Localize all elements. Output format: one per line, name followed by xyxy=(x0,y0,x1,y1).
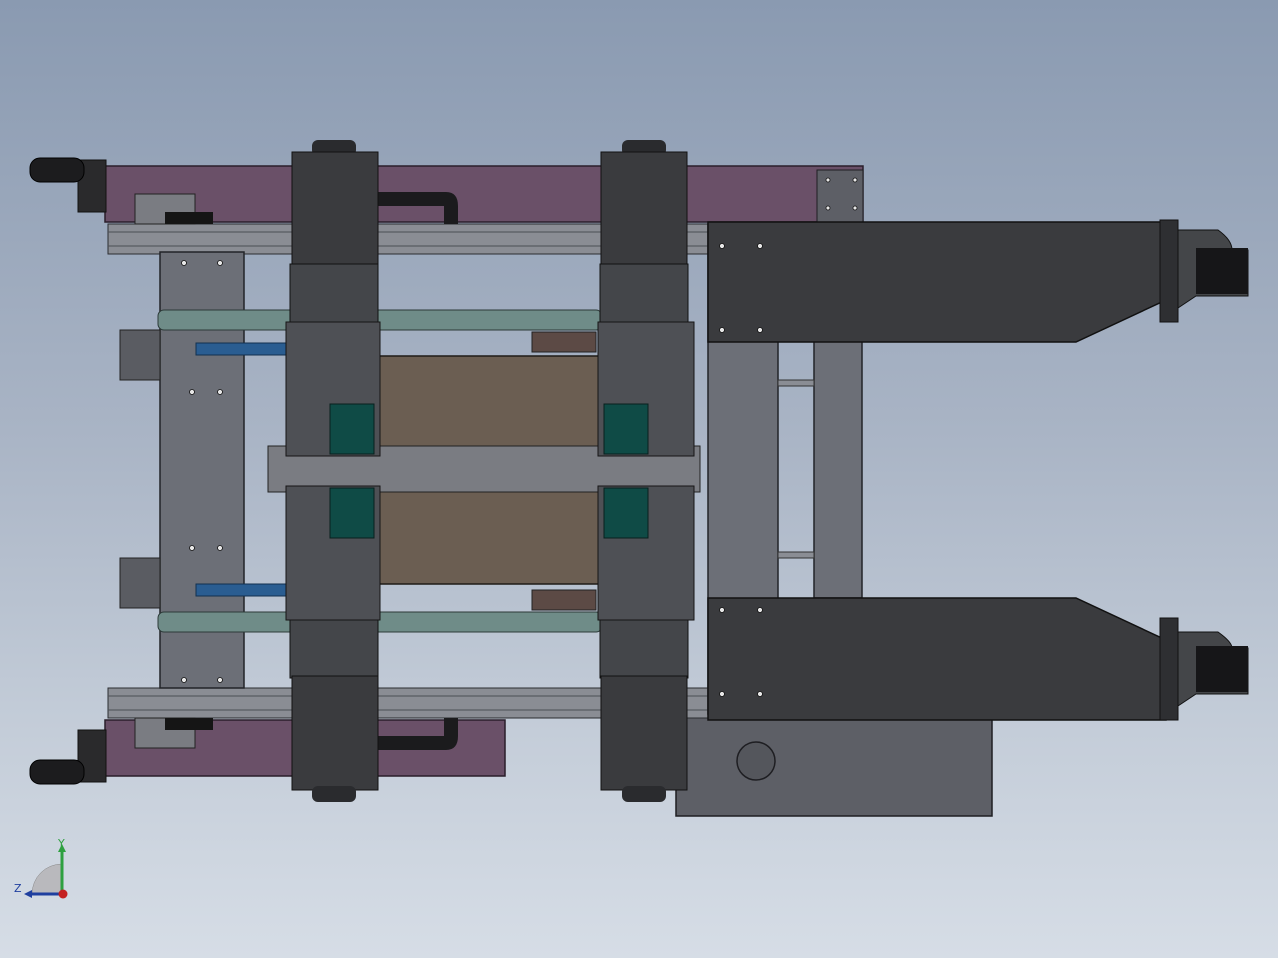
bottom-handwheel[interactable] xyxy=(29,729,107,785)
lower-right-arm[interactable] xyxy=(707,597,1249,721)
z-axis-label: Z xyxy=(14,882,22,895)
view-orientation-triad[interactable]: Y Z xyxy=(10,836,80,906)
base-box xyxy=(675,715,993,817)
base-box-port xyxy=(736,741,776,781)
top-purple-rail xyxy=(104,165,864,223)
motor-bottom-left xyxy=(329,487,375,539)
top-handwheel[interactable] xyxy=(29,157,107,213)
top-blue-cylinder xyxy=(195,342,291,356)
x-axis-dot xyxy=(58,889,68,899)
bottom-blue-cylinder xyxy=(195,583,291,597)
motor-top-left xyxy=(329,403,375,455)
cad-viewport[interactable]: Y Z xyxy=(0,0,1278,958)
motor-top-right xyxy=(603,403,649,455)
motor-bottom-right xyxy=(603,487,649,539)
top-right-bracket xyxy=(816,169,864,223)
upper-right-arm[interactable] xyxy=(707,219,1249,343)
y-axis-label: Y xyxy=(57,837,65,850)
machine-assembly-model[interactable] xyxy=(0,0,1278,958)
